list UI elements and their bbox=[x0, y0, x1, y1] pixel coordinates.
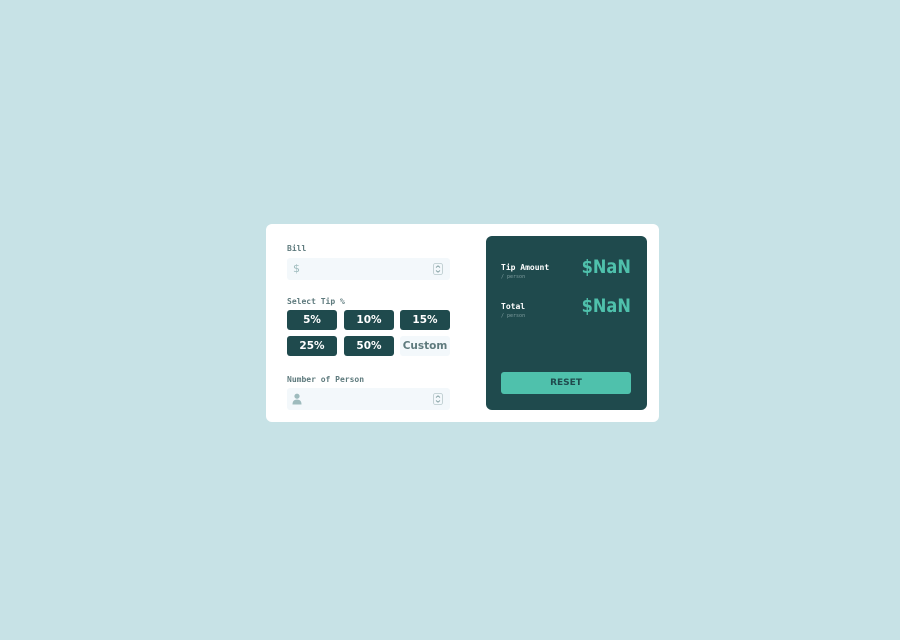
tip-button-5[interactable]: 5% bbox=[287, 310, 337, 330]
tip-amount-value: $NaN bbox=[581, 256, 631, 278]
stepper-icon[interactable] bbox=[433, 393, 443, 405]
number-of-person-label: Number of Person bbox=[287, 375, 365, 384]
tip-custom-button[interactable]: Custom bbox=[400, 336, 450, 356]
bill-field[interactable]: $ bbox=[287, 258, 450, 280]
stepper-icon[interactable] bbox=[433, 263, 443, 275]
results-panel: Tip Amount / person $NaN Total / person … bbox=[486, 236, 647, 410]
dollar-icon: $ bbox=[293, 262, 300, 275]
tip-calculator-card: Bill $ Select Tip % 5% 10% 15% 25% 50% C… bbox=[266, 224, 659, 422]
tip-amount-per-person: / person bbox=[501, 274, 526, 280]
reset-button[interactable]: RESET bbox=[501, 372, 631, 394]
people-input[interactable] bbox=[305, 390, 425, 408]
person-icon bbox=[292, 393, 302, 405]
select-tip-label: Select Tip % bbox=[287, 297, 345, 306]
total-per-person: / person bbox=[501, 313, 526, 319]
bill-input[interactable] bbox=[305, 260, 425, 278]
people-field[interactable] bbox=[287, 388, 450, 410]
tip-button-10[interactable]: 10% bbox=[344, 310, 394, 330]
bill-label: Bill bbox=[287, 244, 307, 253]
tip-button-25[interactable]: 25% bbox=[287, 336, 337, 356]
total-label: Total bbox=[501, 302, 526, 311]
tip-button-50[interactable]: 50% bbox=[344, 336, 394, 356]
tip-button-15[interactable]: 15% bbox=[400, 310, 450, 330]
total-value: $NaN bbox=[581, 295, 631, 317]
tip-amount-label: Tip Amount bbox=[501, 263, 550, 272]
